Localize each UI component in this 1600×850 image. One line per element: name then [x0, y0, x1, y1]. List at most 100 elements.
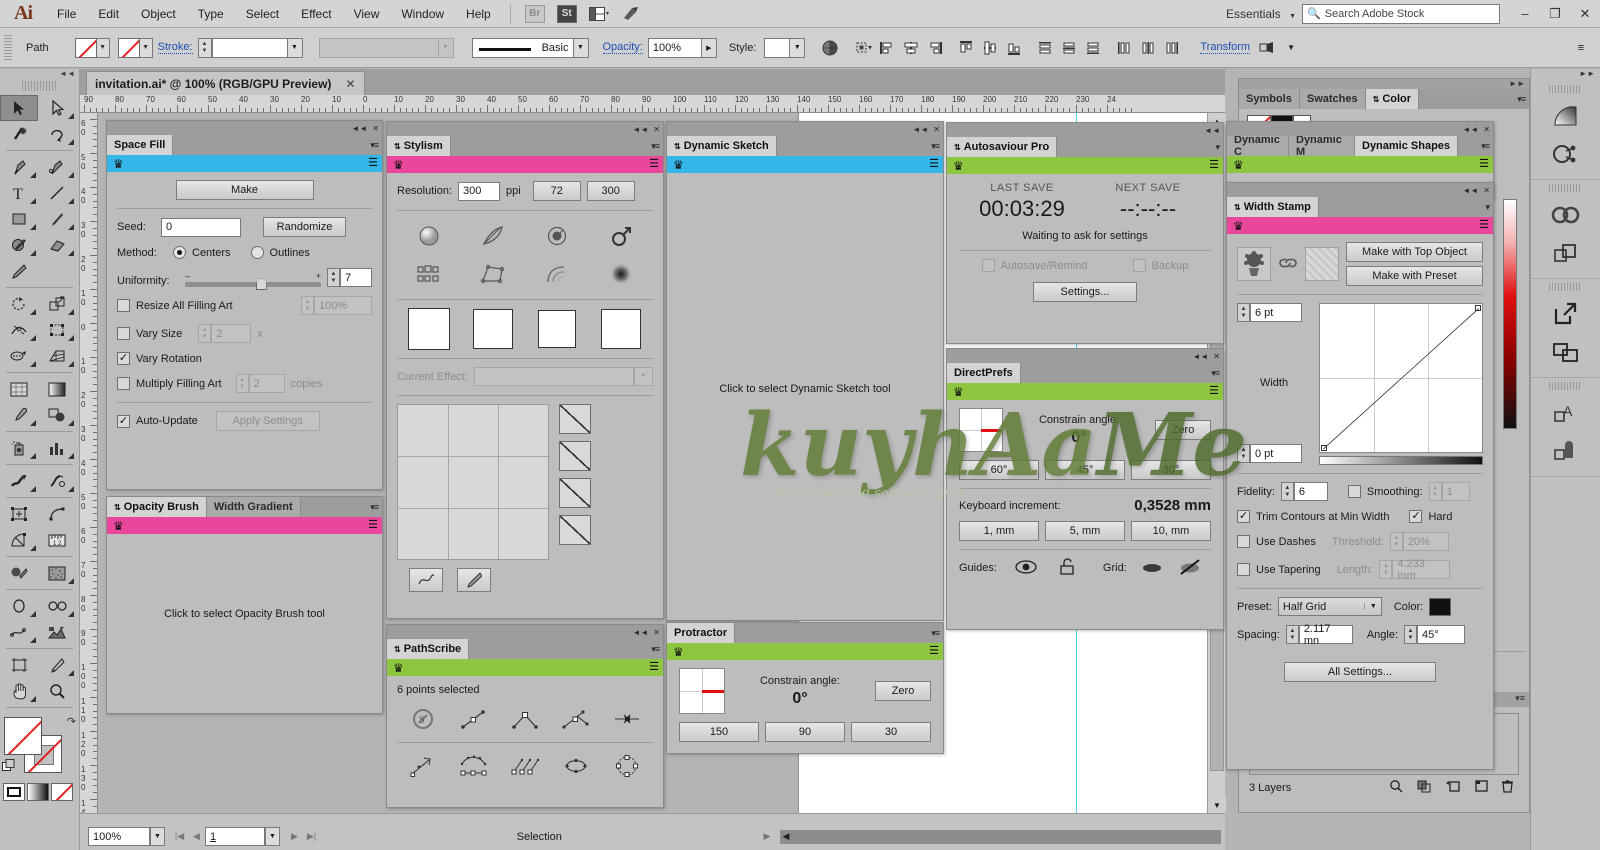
status-menu-arrow[interactable]: ▶ [759, 827, 776, 846]
space-fill-options-icon[interactable]: ☰ [368, 158, 378, 169]
outer-glow-icon[interactable] [589, 219, 653, 253]
stylism-swatch-4[interactable] [589, 308, 653, 350]
magic-wand-tool[interactable] [0, 121, 38, 147]
document-tab[interactable]: invitation.ai* @ 100% (RGB/GPU Preview) … [86, 71, 365, 95]
color-panel-menu-icon[interactable]: ▾≡ [1517, 94, 1526, 105]
stylism-swatch-2[interactable] [461, 308, 525, 350]
ripple-effect-icon[interactable] [525, 257, 589, 291]
grid-visible-icon[interactable] [1141, 560, 1163, 577]
smoothing-stepper[interactable]: ▲ ▼ [1428, 482, 1442, 501]
paintbrush-tool[interactable] [38, 206, 76, 232]
protractor-options-icon[interactable]: ☰ [929, 646, 939, 657]
stylism-diagonal-2[interactable] [559, 441, 591, 471]
distribute-right-icon[interactable] [1161, 36, 1183, 60]
opacity-label[interactable]: Opacity: [602, 41, 643, 54]
none-mode-button[interactable] [51, 783, 73, 801]
pathscribe-menu-icon[interactable]: ▾≡ [651, 644, 660, 655]
stylism-swatch-3[interactable] [525, 308, 589, 350]
uniformity-stepper[interactable]: ▲ ▼ [327, 268, 340, 287]
document-close-icon[interactable]: ✕ [345, 77, 355, 91]
selection-tool[interactable] [0, 95, 38, 121]
width-profile-field[interactable] [318, 37, 439, 58]
protractor-menu-icon[interactable]: ▾≡ [931, 628, 940, 639]
menu-edit[interactable]: Edit [87, 3, 130, 25]
align-to-selection-icon[interactable] [852, 36, 874, 60]
feather-effect-icon[interactable] [461, 219, 525, 253]
tab-dynamic-measure[interactable]: Dynamic M [1289, 136, 1355, 156]
style-group[interactable]: ▼ [764, 37, 806, 58]
make-with-top-object-button[interactable]: Make with Top Object [1346, 242, 1483, 262]
dock-expand-button[interactable]: ►► [1531, 69, 1600, 81]
width-profile-dropdown[interactable]: ▼ [438, 37, 454, 58]
menu-type[interactable]: Type [187, 3, 235, 25]
opacity-group[interactable]: 100% ▶ [647, 37, 717, 58]
horizontal-ruler[interactable]: 90 80 70 60 50 40 30 20 10 0 10 20 30 40 50 60 70 80 90 100… [80, 95, 1225, 113]
directprefs-close-icon[interactable]: ✕ [1213, 352, 1220, 361]
tab-stylism[interactable]: ⇅ Stylism [387, 136, 451, 156]
horizontal-scrollbar[interactable]: ◀ [779, 829, 1221, 844]
spacing-input[interactable]: 2.117 mn [1298, 623, 1353, 647]
distribute-points-icon[interactable] [448, 749, 499, 783]
autosaviour-settings-button[interactable]: Settings... [1033, 282, 1137, 302]
tab-dynamic-shapes[interactable]: Dynamic Shapes [1355, 136, 1459, 156]
max-width-input[interactable]: 6 pt [1250, 303, 1302, 322]
seed-input[interactable]: 0 [161, 217, 241, 237]
style-swatch[interactable] [764, 37, 791, 58]
tools-panel-grip[interactable] [22, 81, 57, 91]
dock-grip-3[interactable] [1549, 283, 1582, 291]
angle-stepper[interactable]: ▲ ▼ [1404, 625, 1418, 644]
fill-swatch[interactable] [74, 37, 97, 58]
tab-width-gradient[interactable]: Width Gradient [206, 497, 301, 517]
hand-tool[interactable] [0, 678, 38, 704]
tab-dynamic-corners[interactable]: Dynamic C [1227, 136, 1289, 156]
align-middle-v-icon[interactable] [979, 36, 1001, 60]
free-transform-tool[interactable] [38, 317, 76, 343]
current-effect-field[interactable] [473, 367, 634, 386]
opacity-brush-menu-icon[interactable]: ▾≡ [370, 502, 379, 513]
shaper-tool[interactable] [0, 232, 38, 258]
tab-pathscribe[interactable]: ⇅ PathScribe [387, 639, 470, 659]
brush-definition-field[interactable]: Basic [471, 37, 574, 58]
tab-autosaviour[interactable]: ⇅ Autosaviour Pro [947, 137, 1058, 157]
directprefs-menu-icon[interactable]: ▾≡ [1211, 368, 1220, 379]
stylism-collapse-icon[interactable]: ◄◄ [632, 125, 648, 134]
width-stamp-drag-bar[interactable]: ◄◄ ✕ [1227, 183, 1493, 197]
mesh-tool[interactable] [0, 376, 38, 402]
dock-grip-2[interactable] [1549, 184, 1582, 192]
tab-space-fill[interactable]: Space Fill [107, 135, 174, 155]
minimize-button[interactable]: – [1510, 1, 1540, 27]
tools-collapse-button[interactable]: ◄◄ [0, 69, 79, 81]
distribute-top-icon[interactable] [1034, 36, 1056, 60]
increment-preset-1mm[interactable]: 1, mm [959, 521, 1039, 541]
shape-builder-tool[interactable] [0, 343, 38, 369]
locate-object-icon[interactable] [1389, 779, 1403, 796]
smoothing-input[interactable]: 1 [1441, 482, 1470, 501]
spacing-stepper[interactable]: ▲ ▼ [1285, 625, 1299, 644]
increment-preset-5mm[interactable]: 5, mm [1045, 521, 1125, 541]
dynamic-shapes-drag-bar[interactable]: ◄◄ ✕ [1227, 122, 1493, 136]
pathscribe-tool[interactable] [0, 619, 38, 645]
line-segment-tool[interactable] [38, 180, 76, 206]
reverse-path-icon[interactable]: S [397, 702, 448, 736]
direct-selection-tool[interactable] [38, 95, 76, 121]
stroke-label[interactable]: Stroke: [157, 41, 193, 54]
zoom-dropdown[interactable]: ▼ [150, 827, 165, 846]
distribute-bottom-icon[interactable] [1082, 36, 1104, 60]
multiply-stepper[interactable]: ▲ ▼ [235, 374, 249, 393]
autosaviour-collapse-icon[interactable]: ◄◄ [1204, 126, 1220, 135]
pathscribe-collapse-icon[interactable]: ◄◄ [632, 628, 648, 637]
scroll-down-arrow[interactable]: ▼ [1208, 797, 1226, 813]
stroke-swatch[interactable] [117, 37, 140, 58]
fidelity-stepper[interactable]: ▲ ▼ [1280, 482, 1294, 501]
width-tool[interactable] [0, 317, 38, 343]
length-input[interactable]: 4.233 mm [1392, 558, 1451, 582]
dock-grip-1[interactable] [1549, 85, 1582, 93]
dynamic-shapes-options-icon[interactable]: ☰ [1479, 159, 1489, 170]
uniformity-input[interactable]: 7 [340, 268, 372, 287]
zoom-level-input[interactable]: 100% [88, 827, 150, 846]
protractor-preset-150[interactable]: 150 [679, 722, 759, 742]
last-artboard-button[interactable]: ▶| [303, 827, 320, 846]
stroke-weight-field[interactable] [211, 37, 288, 58]
width-stamp-collapse-icon[interactable]: ◄◄ [1462, 186, 1478, 195]
auto-update-checkbox[interactable]: ✓ [117, 414, 130, 428]
